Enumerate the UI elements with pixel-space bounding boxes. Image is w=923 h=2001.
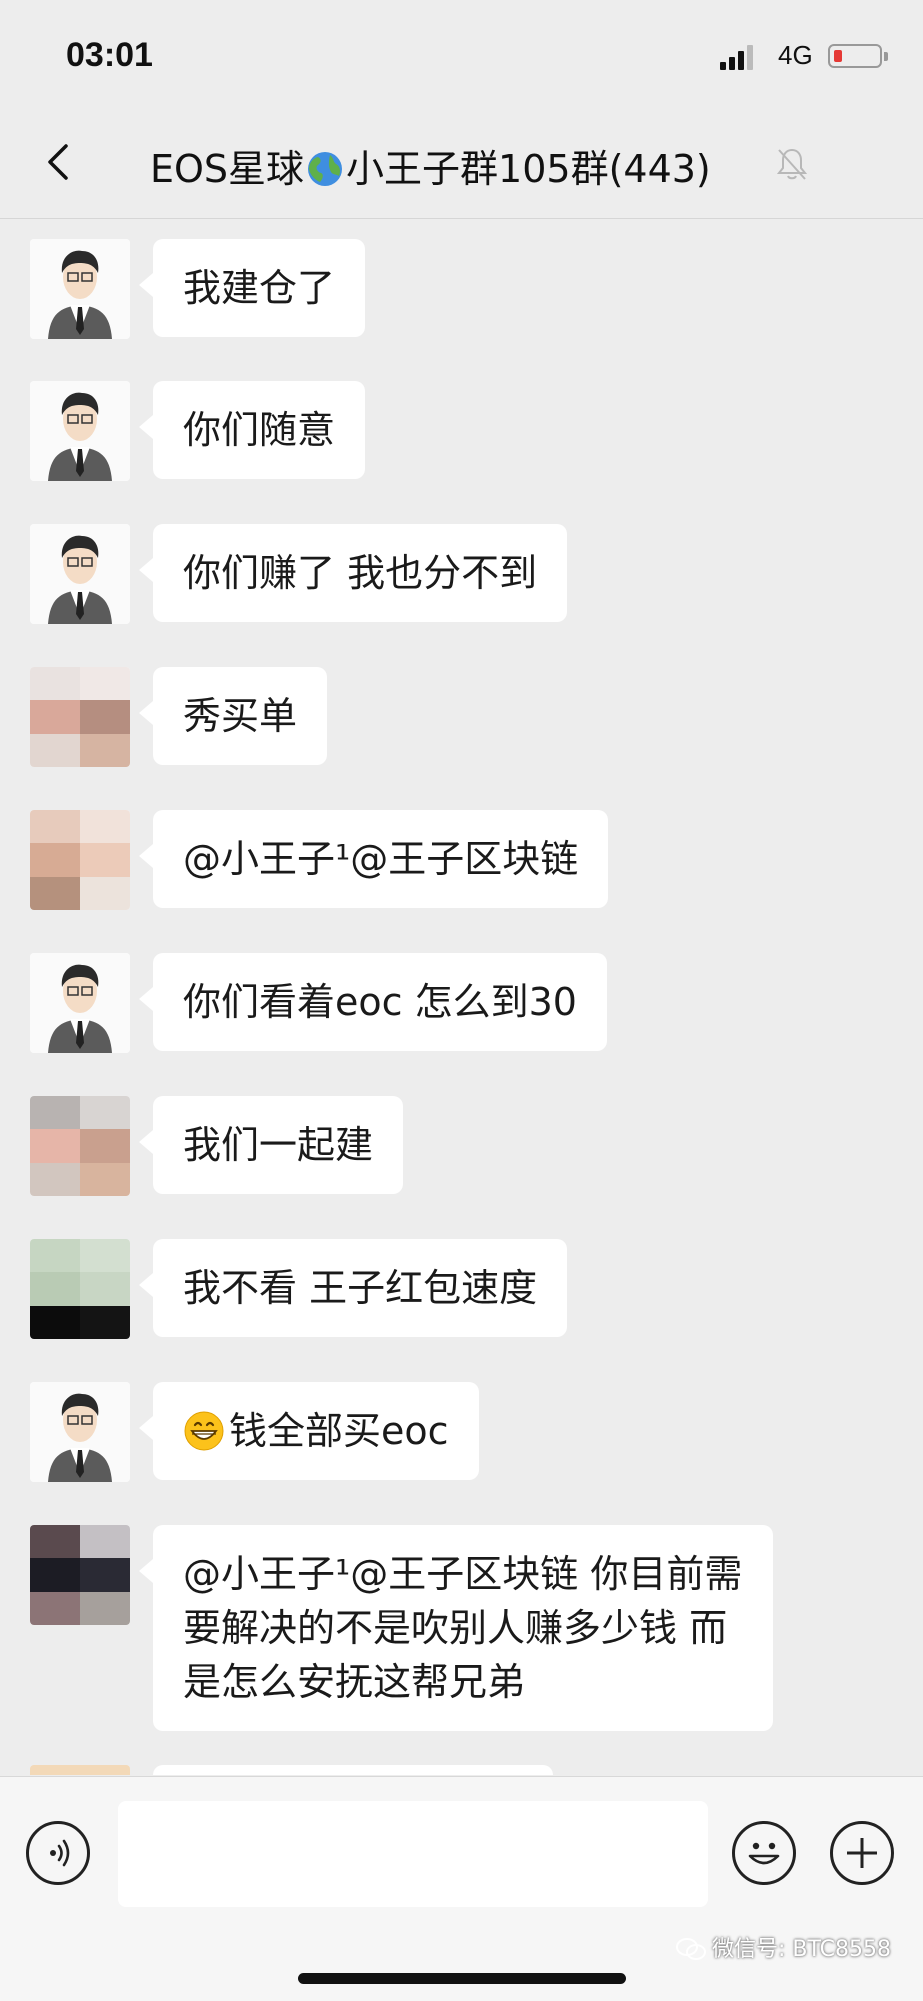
- globe-emoji-icon: [308, 152, 343, 186]
- message-bubble[interactable]: @小王子¹@王子区块链 你目前需要解决的不是吹别人赚多少钱 而是怎么安抚这帮兄弟: [139, 1525, 773, 1731]
- avatar[interactable]: [30, 667, 130, 767]
- message-bubble[interactable]: 钱全部买eoc: [139, 1382, 479, 1480]
- signal-bars-icon: [720, 44, 760, 70]
- avatar[interactable]: [30, 1525, 130, 1625]
- chat-header: EOS星球 小王子群105群(443): [0, 110, 923, 219]
- avatar[interactable]: [30, 1239, 130, 1339]
- status-time: 03:01: [66, 36, 153, 74]
- status-bar: 03:01 4G: [0, 0, 923, 110]
- network-type: 4G: [778, 40, 813, 70]
- watermark-text: 微信号: BTC8558: [712, 1937, 891, 1962]
- avatar[interactable]: [30, 239, 130, 339]
- chevron-left-icon[interactable]: [40, 142, 80, 182]
- message-bubble[interactable]: @小王子¹@王子区块链: [138, 810, 609, 908]
- message-bubble[interactable]: 我不看 王子红包速度: [138, 1239, 568, 1337]
- chat-title: EOS星球 小王子群105群(443): [150, 138, 711, 193]
- battery-low-icon: [828, 44, 888, 68]
- message-bubble[interactable]: [153, 1765, 553, 1775]
- avatar[interactable]: [30, 1096, 130, 1196]
- chat-title-suffix: 小王子群105群(443): [346, 147, 711, 191]
- avatar[interactable]: [30, 1765, 130, 1775]
- message-bubble[interactable]: 你们看着eoc 怎么到30: [139, 953, 607, 1051]
- voice-input-icon[interactable]: [26, 1821, 90, 1885]
- message-bubble[interactable]: 秀买单: [138, 667, 328, 765]
- message-bubble[interactable]: 我们一起建: [138, 1096, 404, 1194]
- wechat-logo-icon: [676, 1938, 706, 1960]
- chat-input-bar: 微信号: BTC8558: [0, 1776, 923, 2001]
- chat-message-list[interactable]: 我建仓了 你们随意 你们赚了 我也分不到 秀买单 @小王子¹@王子区块链 你们看…: [0, 219, 923, 1775]
- message-bubble[interactable]: 你们赚了 我也分不到: [138, 524, 568, 622]
- watermark: 微信号: BTC8558: [676, 1931, 891, 1963]
- bell-muted-icon: [776, 148, 808, 180]
- plus-circle-icon[interactable]: [830, 1821, 894, 1885]
- message-bubble[interactable]: 我建仓了: [138, 239, 366, 337]
- home-indicator[interactable]: [298, 1973, 626, 1984]
- avatar[interactable]: [30, 810, 130, 910]
- emoji-smile-icon[interactable]: [732, 1821, 796, 1885]
- chat-title-prefix: EOS星球: [150, 147, 305, 191]
- avatar[interactable]: [30, 953, 130, 1053]
- grinning-face-icon: [184, 1411, 224, 1451]
- avatar[interactable]: [30, 1382, 130, 1482]
- avatar[interactable]: [30, 524, 130, 624]
- avatar[interactable]: [30, 381, 130, 481]
- message-bubble[interactable]: 你们随意: [138, 381, 366, 479]
- message-input[interactable]: [118, 1801, 708, 1907]
- message-text: 钱全部买eoc: [229, 1409, 449, 1453]
